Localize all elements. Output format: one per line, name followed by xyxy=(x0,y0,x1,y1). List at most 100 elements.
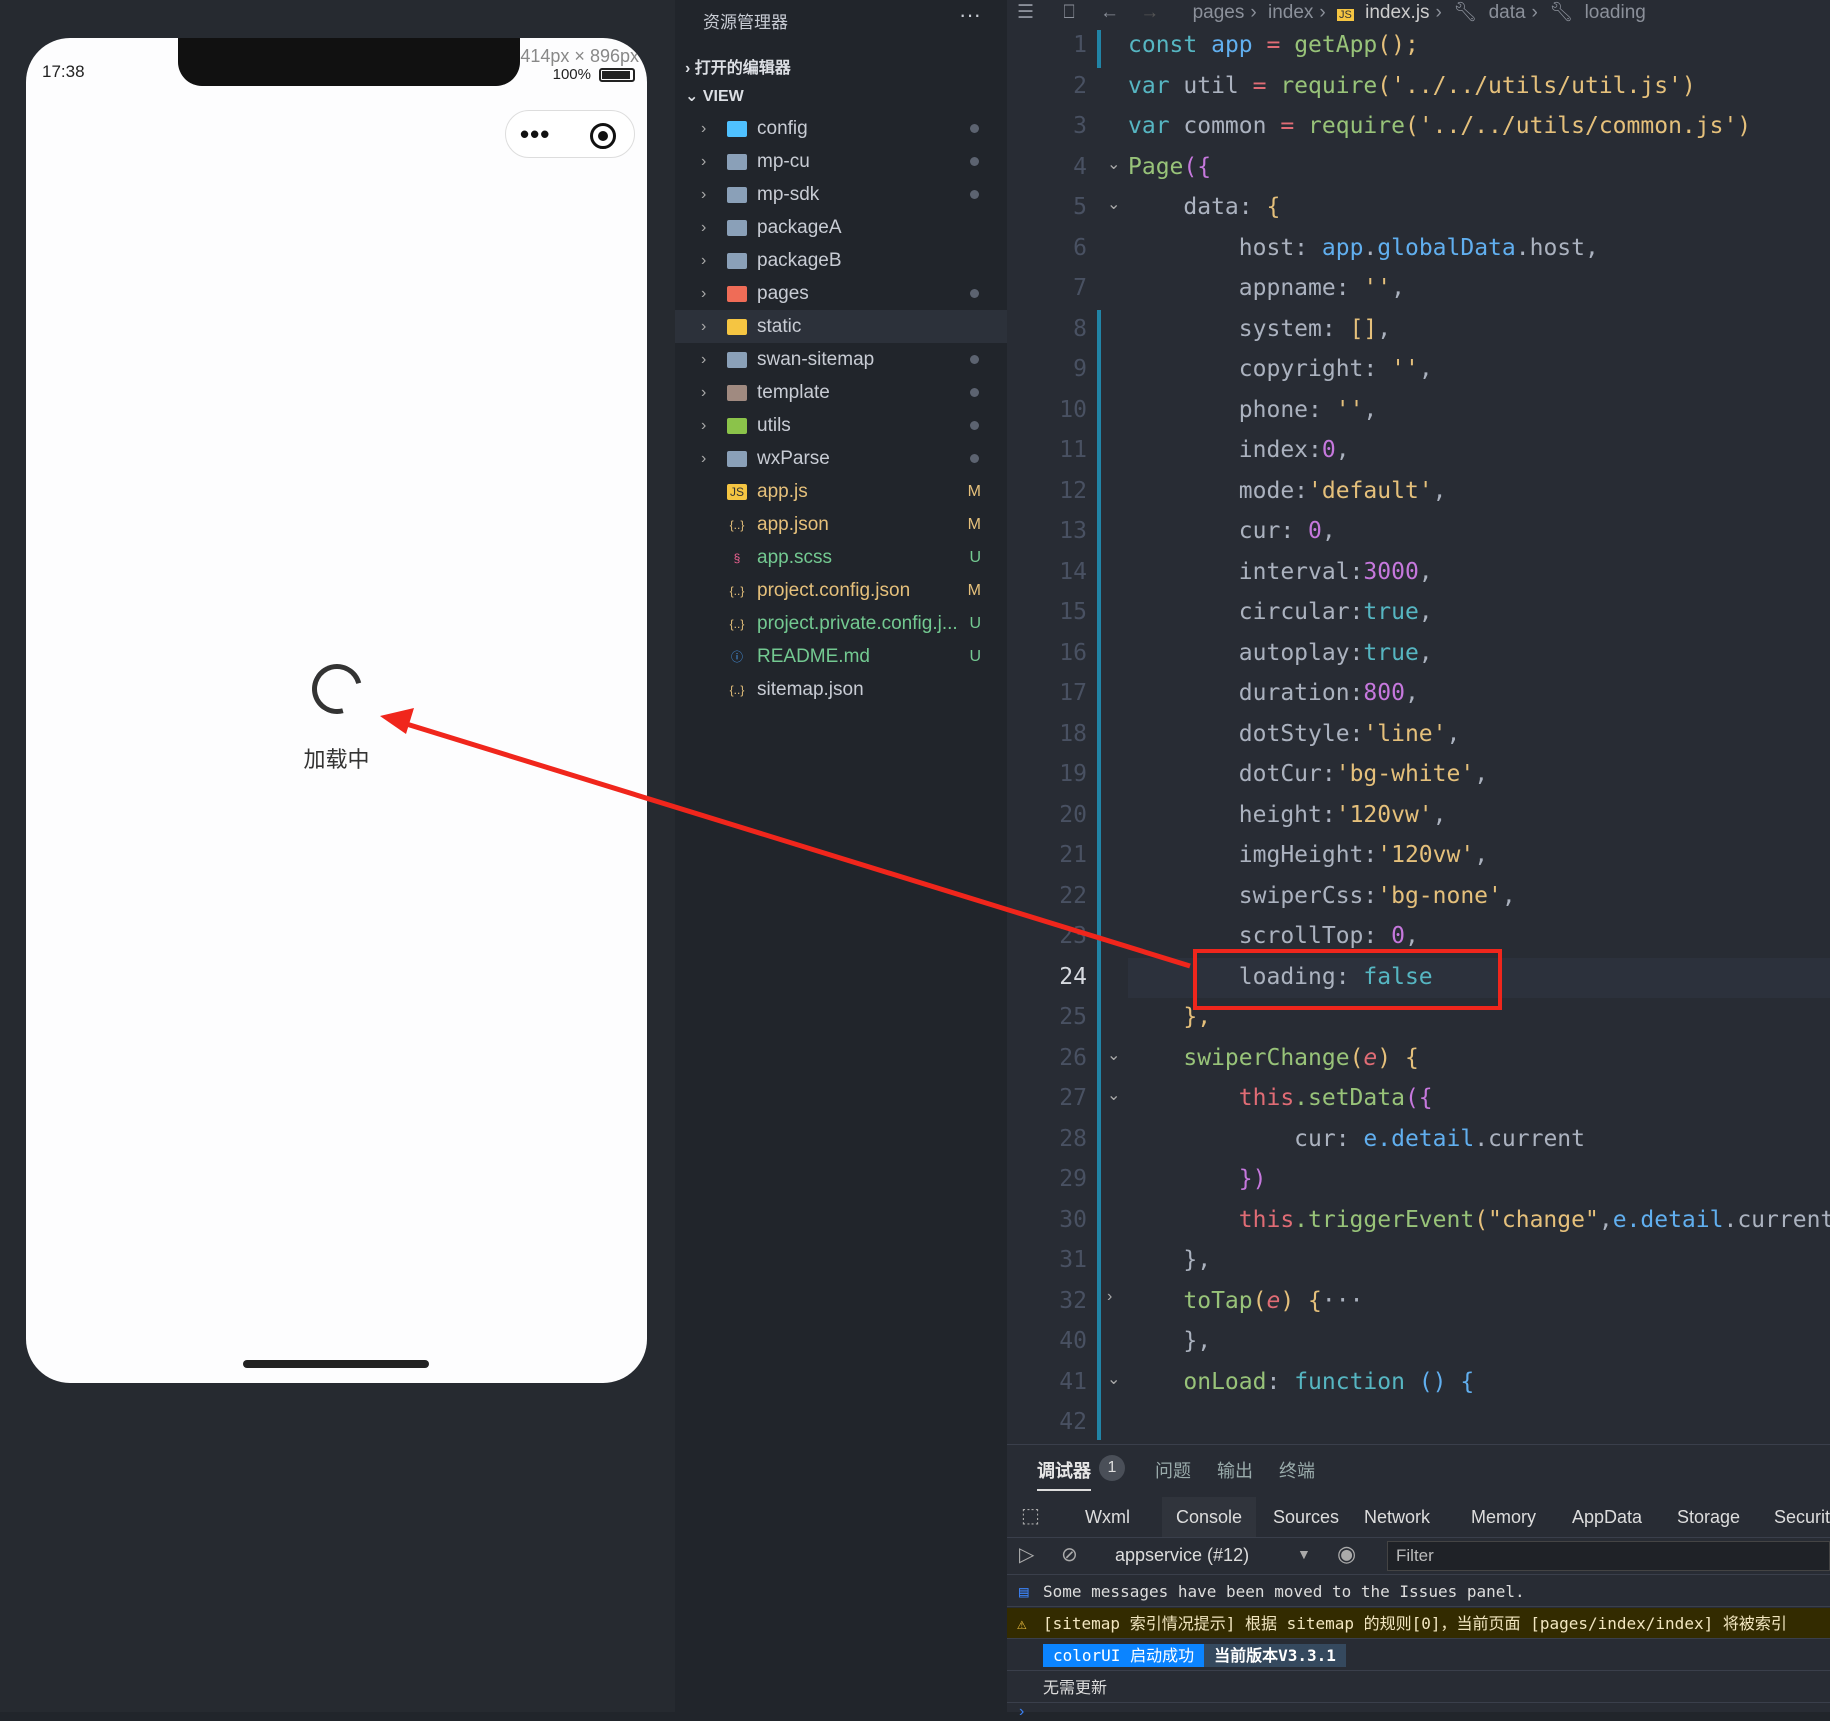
code-token: this xyxy=(1128,1206,1295,1233)
json-file-icon: {..} xyxy=(729,517,745,532)
devtools-tab-storage[interactable]: Storage xyxy=(1663,1497,1754,1537)
inspect-element-icon[interactable]: ⬚ xyxy=(1021,1503,1040,1528)
fold-chevron-down-icon[interactable]: ⌄ xyxy=(1107,1369,1120,1389)
file-item-swan-sitemap[interactable]: › swan-sitemap xyxy=(675,343,1007,376)
breadcrumb-data[interactable]: data xyxy=(1489,2,1526,23)
chevron-right-icon: › xyxy=(701,383,707,401)
code-line[interactable]: dotCur:'bg-white', xyxy=(1128,761,1488,787)
code-line[interactable]: imgHeight:'120vw', xyxy=(1128,842,1488,868)
code-editor[interactable]: ☰ ⎕ ← → pages › index › JS index.js › 🔧︎ da… xyxy=(1007,0,1830,1444)
file-item-app-scss[interactable]: § app.scss U xyxy=(675,541,1007,574)
code-line[interactable]: autoplay:true, xyxy=(1128,640,1433,666)
fold-chevron-down-icon[interactable]: ⌄ xyxy=(1107,154,1120,174)
code-token: host: xyxy=(1128,234,1322,261)
code-line[interactable]: Page({ xyxy=(1128,154,1211,180)
file-item-sitemap-json[interactable]: {..} sitemap.json xyxy=(675,673,1007,706)
code-line[interactable]: appname: '', xyxy=(1128,275,1405,301)
view-section[interactable]: ⌄ VIEW xyxy=(685,86,744,106)
back-icon[interactable]: ← xyxy=(1100,2,1119,23)
code-line[interactable]: data: { xyxy=(1128,194,1280,220)
fold-chevron-down-icon[interactable]: ⌄ xyxy=(1107,194,1120,214)
file-item-template[interactable]: › template xyxy=(675,376,1007,409)
code-line[interactable]: onLoad: function () { xyxy=(1128,1369,1474,1395)
breadcrumb-loading[interactable]: loading xyxy=(1585,2,1646,23)
code-line[interactable]: host: app.globalData.host, xyxy=(1128,235,1599,261)
file-item-utils[interactable]: › utils xyxy=(675,409,1007,442)
code-line[interactable]: dotStyle:'line', xyxy=(1128,721,1461,747)
code-line[interactable]: }, xyxy=(1128,1328,1211,1354)
code-line[interactable]: swiperChange(e) { xyxy=(1128,1045,1418,1071)
code-line[interactable]: duration:800, xyxy=(1128,680,1419,706)
more-icon[interactable]: ••• xyxy=(520,119,550,150)
eye-icon[interactable]: ◉ xyxy=(1337,1541,1356,1567)
code-line[interactable]: mode:'default', xyxy=(1128,478,1447,504)
file-item-config[interactable]: › config xyxy=(675,112,1007,145)
file-item-app-json[interactable]: {..} app.json M xyxy=(675,508,1007,541)
devtools-tab-sources[interactable]: Sources xyxy=(1259,1497,1353,1537)
code-token: , xyxy=(1598,1206,1613,1233)
code-line[interactable]: toTap(e) {··· xyxy=(1128,1288,1363,1314)
code-line[interactable]: interval:3000, xyxy=(1128,559,1433,585)
dropdown-icon[interactable]: ▼ xyxy=(1297,1546,1311,1562)
devtools-tab-memory[interactable]: Memory xyxy=(1457,1497,1550,1537)
devtools-tab-security[interactable]: Security xyxy=(1760,1497,1830,1537)
file-item-mp-cu[interactable]: › mp-cu xyxy=(675,145,1007,178)
breadcrumb-file[interactable]: index.js xyxy=(1365,2,1429,23)
file-item-pages[interactable]: › pages xyxy=(675,277,1007,310)
breadcrumb-pages[interactable]: pages xyxy=(1193,2,1245,23)
file-item-readme-md[interactable]: ⓘ README.md U xyxy=(675,640,1007,673)
code-line[interactable]: system: [], xyxy=(1128,316,1391,342)
clear-console-icon[interactable]: ⊘ xyxy=(1061,1542,1078,1567)
outline-icon[interactable]: ☰ xyxy=(1017,2,1034,23)
sidebar-toggle-icon[interactable]: ▷ xyxy=(1019,1542,1034,1567)
tab-debugger[interactable]: 调试器 xyxy=(1037,1457,1091,1491)
devtools-tab-wxml[interactable]: Wxml xyxy=(1071,1497,1144,1537)
devtools-tab-appdata[interactable]: AppData xyxy=(1558,1497,1656,1537)
devtools-tab-console[interactable]: Console xyxy=(1162,1497,1257,1537)
file-item-static[interactable]: › static xyxy=(675,310,1007,343)
code-line[interactable]: const app = getApp(); xyxy=(1128,32,1419,58)
file-item-project-config-json[interactable]: {..} project.config.json M xyxy=(675,574,1007,607)
code-line[interactable]: swiperCss:'bg-none', xyxy=(1128,883,1516,909)
console-prompt-icon[interactable]: › xyxy=(1019,1703,1024,1721)
code-token: , xyxy=(1363,396,1378,423)
chevron-right-icon: › xyxy=(701,449,707,467)
close-target-icon[interactable] xyxy=(590,123,616,149)
bookmark-icon[interactable]: ⎕ xyxy=(1063,2,1074,23)
code-line[interactable]: scrollTop: 0, xyxy=(1128,923,1419,949)
code-token: duration: xyxy=(1128,680,1364,706)
line-number: 16 xyxy=(1059,639,1087,666)
code-line[interactable]: circular:true, xyxy=(1128,599,1433,625)
file-item-mp-sdk[interactable]: › mp-sdk xyxy=(675,178,1007,211)
file-item-project-private-config-j-[interactable]: {..} project.private.config.j... U xyxy=(675,607,1007,640)
more-actions-button[interactable]: ··· xyxy=(959,2,981,28)
breadcrumb-index[interactable]: index xyxy=(1268,2,1313,23)
file-item-wxparse[interactable]: › wxParse xyxy=(675,442,1007,475)
tab-output[interactable]: 输出 xyxy=(1217,1457,1253,1483)
open-editors-section[interactable]: › 打开的编辑器 xyxy=(685,54,791,78)
code-line[interactable]: }) xyxy=(1128,1166,1267,1192)
file-item-packageb[interactable]: › packageB xyxy=(675,244,1007,277)
code-line[interactable]: }, xyxy=(1128,1247,1211,1273)
fold-chevron-right-icon[interactable]: › xyxy=(1107,1288,1112,1306)
code-line[interactable]: phone: '', xyxy=(1128,396,1378,423)
tab-terminal[interactable]: 终端 xyxy=(1279,1457,1315,1483)
file-item-packagea[interactable]: › packageA xyxy=(675,211,1007,244)
fold-chevron-down-icon[interactable]: ⌄ xyxy=(1107,1045,1120,1065)
code-line[interactable]: cur: e.detail.current xyxy=(1128,1126,1585,1152)
fold-chevron-down-icon[interactable]: ⌄ xyxy=(1107,1085,1120,1105)
forward-icon[interactable]: → xyxy=(1140,2,1159,23)
code-line[interactable]: var util = require('../../utils/util.js'… xyxy=(1128,73,1696,99)
devtools-tab-network[interactable]: Network xyxy=(1350,1497,1444,1537)
filter-input[interactable]: Filter xyxy=(1387,1541,1830,1571)
file-item-app-js[interactable]: JS app.js M xyxy=(675,475,1007,508)
code-line[interactable]: this.setData({ xyxy=(1128,1085,1433,1111)
code-line[interactable]: copyright: '', xyxy=(1128,356,1433,382)
code-line[interactable]: index:0, xyxy=(1128,437,1350,463)
code-line[interactable]: this.triggerEvent("change",e.detail.curr… xyxy=(1128,1207,1830,1233)
tab-problems[interactable]: 问题 xyxy=(1155,1457,1191,1483)
code-line[interactable]: cur: 0, xyxy=(1128,518,1336,544)
code-line[interactable]: height:'120vw', xyxy=(1128,802,1447,828)
code-line[interactable]: var common = require('../../utils/common… xyxy=(1128,113,1751,139)
context-select[interactable]: appservice (#12) xyxy=(1115,1545,1249,1566)
